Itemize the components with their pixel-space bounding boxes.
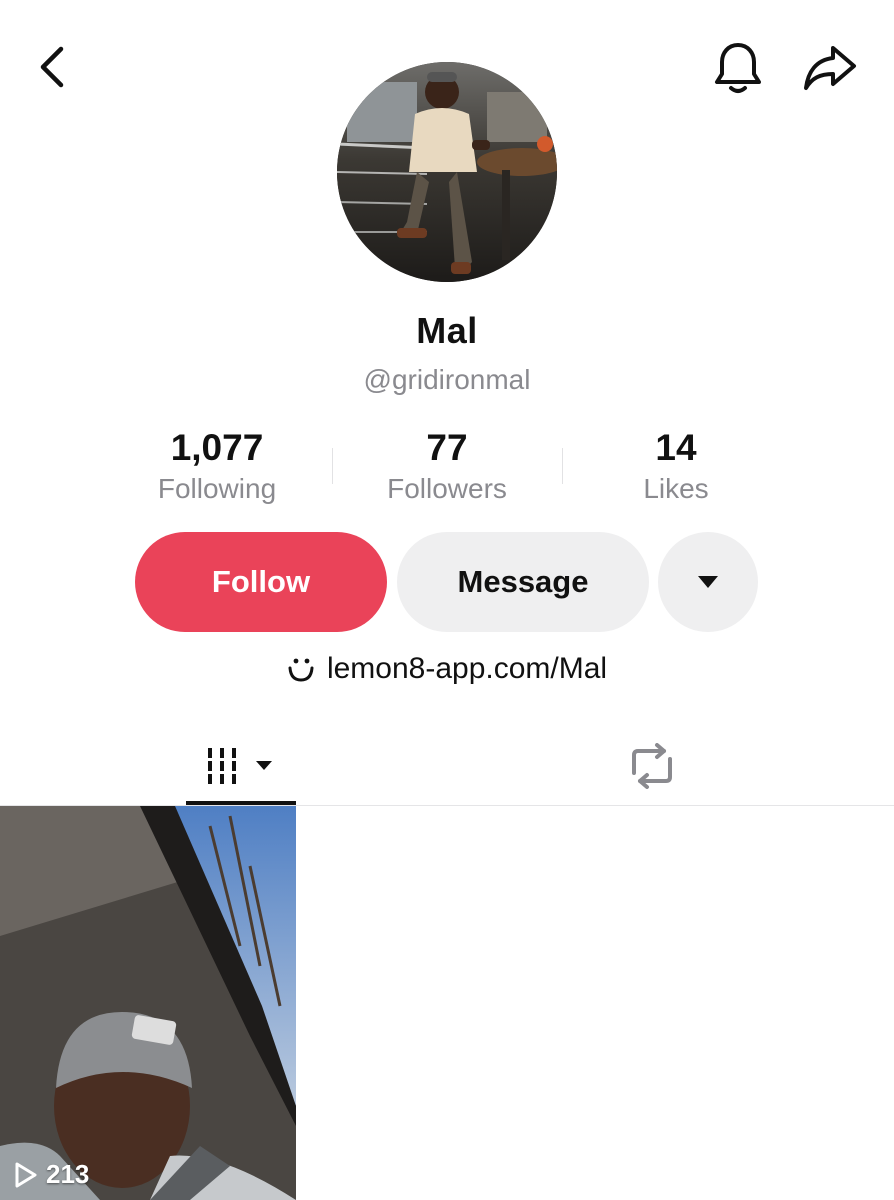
- likes-stat[interactable]: 14 Likes: [566, 426, 786, 508]
- caret-down-icon: [698, 576, 718, 588]
- stat-divider: [562, 448, 563, 484]
- notification-bell-button[interactable]: [706, 38, 770, 98]
- avatar-photo: [337, 62, 557, 282]
- video-view-count: 213: [14, 1159, 89, 1190]
- video-thumbnail[interactable]: 213: [0, 806, 296, 1200]
- share-button[interactable]: [798, 40, 862, 96]
- video-thumbnail-image: [0, 806, 296, 1200]
- share-arrow-icon: [804, 46, 856, 90]
- tab-reposts[interactable]: [597, 728, 707, 804]
- smile-icon: [288, 658, 314, 682]
- display-name: Mal: [416, 310, 478, 351]
- bio-link[interactable]: lemon8-app.com/Mal: [0, 652, 894, 686]
- grid-icon: [208, 748, 272, 784]
- followers-count: 77: [426, 427, 468, 468]
- tab-videos[interactable]: [186, 728, 296, 804]
- back-button[interactable]: [28, 40, 76, 94]
- likes-count: 14: [655, 427, 697, 468]
- follow-button[interactable]: Follow: [135, 532, 387, 632]
- chevron-left-icon: [40, 46, 64, 88]
- followers-stat[interactable]: 77 Followers: [337, 426, 557, 508]
- play-icon: [15, 1162, 37, 1187]
- message-button[interactable]: Message: [397, 532, 649, 632]
- repost-icon: [632, 743, 672, 789]
- video-view-count-text: 213: [46, 1159, 90, 1189]
- following-stat[interactable]: 1,077 Following: [107, 426, 327, 508]
- likes-label: Likes: [643, 473, 709, 504]
- bell-icon: [715, 43, 761, 93]
- bio-link-text: lemon8-app.com/Mal: [326, 652, 608, 685]
- following-count: 1,077: [170, 427, 264, 468]
- more-options-button[interactable]: [658, 532, 758, 632]
- stat-divider: [332, 448, 333, 484]
- following-label: Following: [157, 473, 277, 504]
- avatar[interactable]: [337, 62, 557, 282]
- username: @gridironmal: [363, 364, 531, 395]
- profile-page: Mal @gridironmal 1,077 Following 77 Foll…: [0, 0, 894, 1200]
- followers-label: Followers: [387, 473, 507, 504]
